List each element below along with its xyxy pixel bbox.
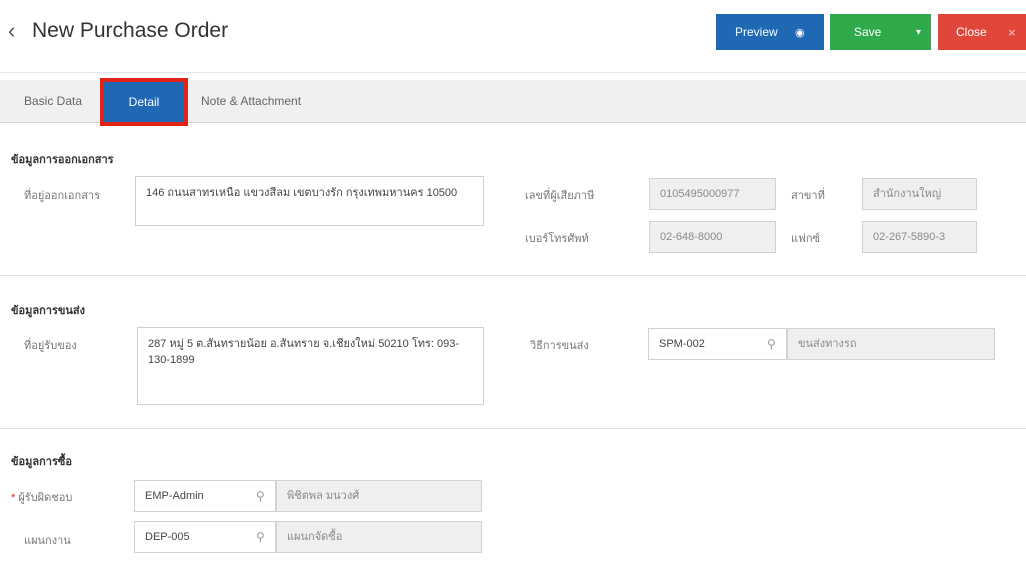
chevron-down-icon[interactable]: ▾ (916, 27, 921, 38)
page-title: New Purchase Order (32, 19, 229, 42)
back-icon[interactable]: ‹ (8, 18, 15, 44)
divider (0, 428, 1026, 429)
required-mark: * (11, 492, 16, 504)
shipping-method-name-field: ขนส่งทางรถ (787, 328, 995, 360)
tab-detail[interactable]: Detail (100, 78, 188, 126)
department-input[interactable]: DEP-005 (134, 521, 276, 553)
search-icon[interactable]: ⚲ (256, 480, 265, 512)
fax-field[interactable]: 02-267-5890-3 (862, 221, 977, 253)
search-icon[interactable]: ⚲ (767, 328, 776, 360)
doc-address-field[interactable]: 146 ถนนสาทรเหนือ แขวงสีลม เขตบางรัก กรุง… (135, 176, 484, 226)
receive-address-field[interactable]: 287 หมู่ 5 ต.สันทรายน้อย อ.สันทราย จ.เชี… (137, 327, 484, 405)
close-icon: × (1008, 24, 1016, 40)
department-label: แผนกงาน (24, 535, 71, 547)
tax-id-field[interactable]: 0105495000977 (649, 178, 776, 210)
save-button[interactable]: Save ▾ (830, 14, 931, 50)
section-title-shipping: ข้อมูลการขนส่ง (11, 305, 85, 317)
branch-field[interactable]: สำนักงานใหญ่ (862, 178, 977, 210)
preview-button[interactable]: Preview ◉ (716, 14, 824, 50)
owner-label-text: ผู้รับผิดชอบ (18, 492, 73, 504)
save-button-label: Save (854, 25, 882, 39)
owner-input[interactable]: EMP-Admin (134, 480, 276, 512)
eye-icon: ◉ (795, 26, 805, 39)
doc-address-label: ที่อยู่ออกเอกสาร (24, 190, 101, 202)
tab-bar: Basic Data Detail Note & Attachment (0, 78, 1026, 126)
branch-label: สาขาที่ (791, 190, 825, 202)
close-button[interactable]: Close × (938, 14, 1026, 50)
receive-address-label: ที่อยู่รับของ (24, 340, 77, 352)
owner-label: * ผู้รับผิดชอบ (11, 488, 72, 506)
section-title-purchase: ข้อมูลการซื้อ (11, 456, 72, 468)
phone-label: เบอร์โทรศัพท์ (525, 233, 589, 245)
shipping-method-label: วิธีการขนส่ง (530, 340, 589, 352)
close-button-label: Close (956, 25, 987, 39)
top-bar: ‹ New Purchase Order Preview ◉ Save ▾ Cl… (0, 0, 1026, 73)
tab-note-attachment[interactable]: Note & Attachment (201, 80, 301, 122)
search-icon[interactable]: ⚲ (256, 521, 265, 553)
owner-name-field: พิชิตพล มนวงศ์ (276, 480, 482, 512)
preview-button-label: Preview (735, 25, 778, 39)
tax-id-label: เลขที่ผู้เสียภาษี (525, 190, 595, 202)
fax-label: แฟกซ์ (791, 233, 821, 245)
divider (0, 275, 1026, 276)
phone-field[interactable]: 02-648-8000 (649, 221, 776, 253)
section-title-document: ข้อมูลการออกเอกสาร (11, 154, 114, 166)
tab-basic-data[interactable]: Basic Data (24, 80, 82, 122)
department-name-field: แผนกจัดซื้อ (276, 521, 482, 553)
